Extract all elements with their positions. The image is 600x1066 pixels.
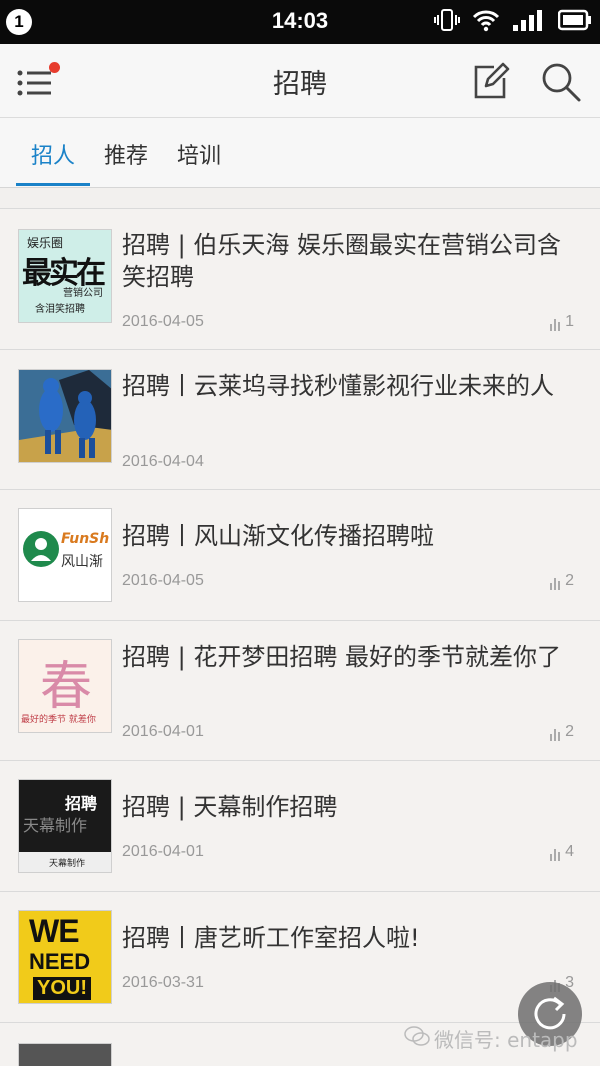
thumb-text: YOU!	[33, 977, 91, 1000]
tab-training[interactable]: 培训	[177, 138, 221, 170]
article-title: 招聘丨云莱坞寻找秒懂影视行业未来的人	[122, 372, 554, 400]
view-count: 2	[550, 572, 574, 590]
superhero-illustration	[19, 370, 111, 462]
view-count: 2	[550, 723, 574, 741]
signal-icon	[512, 8, 546, 36]
battery-icon	[557, 9, 592, 35]
article-thumbnail: 娱乐圈 最实在 营销公司 含泪笑招聘	[18, 229, 112, 323]
article-thumbnail: FunSh 风山渐	[18, 508, 112, 602]
thumb-text: WE	[29, 913, 80, 949]
thumb-text: FunSh	[61, 531, 110, 547]
wechat-icon	[404, 1025, 430, 1052]
article-list: 娱乐圈 最实在 营销公司 含泪笑招聘 招聘 | 伯乐天海 娱乐圈最实在营销公司含…	[0, 208, 600, 1066]
search-button[interactable]	[540, 61, 582, 103]
view-count-value: 2	[565, 723, 574, 740]
article-thumbnail	[18, 369, 112, 463]
wifi-icon	[472, 8, 500, 36]
article-thumbnail	[18, 1043, 112, 1066]
watermark-text: 微信号: entapp	[434, 1028, 578, 1052]
article-date: 2016-04-01	[122, 723, 204, 740]
list-item[interactable]: 招聘丨云莱坞寻找秒懂影视行业未来的人 2016-04-04	[0, 350, 600, 490]
article-title: 招聘丨唐艺昕工作室招人啦!	[122, 924, 420, 952]
article-thumbnail: WE NEED YOU!	[18, 910, 112, 1004]
article-date: 2016-04-04	[122, 453, 204, 470]
list-item[interactable]: 春 最好的季节 就差你 招聘 | 花开梦田招聘 最好的季节就差你了 2016-0…	[0, 621, 600, 761]
thumb-text: 风山渐	[61, 554, 103, 570]
view-count-value: 4	[565, 843, 574, 860]
page-title: 招聘	[273, 69, 327, 100]
stats-icon	[550, 849, 562, 861]
status-icons	[434, 9, 592, 35]
article-title: 招聘 | 天幕制作招聘	[122, 793, 338, 821]
article-title: 招聘丨风山渐文化传播招聘啦	[122, 522, 434, 550]
compose-button[interactable]	[470, 61, 510, 101]
article-date: 2016-04-05	[122, 313, 204, 330]
article-thumbnail: 招聘 天幕制作 天幕制作	[18, 779, 112, 873]
article-title: 招聘 | 花开梦田招聘 最好的季节就差你了	[122, 643, 561, 671]
article-thumbnail: 春 最好的季节 就差你	[18, 639, 112, 733]
thumb-text: 天幕制作	[23, 816, 88, 835]
top-bar: 招聘	[0, 44, 600, 118]
tab-recommend[interactable]: 推荐	[104, 138, 148, 170]
article-title: 招聘 | 伯乐天海 娱乐圈最实在营销公司含笑招聘	[122, 231, 561, 291]
stats-icon	[550, 729, 562, 741]
article-date: 2016-03-31	[122, 974, 204, 991]
list-item[interactable]: WE NEED YOU! 招聘丨唐艺昕工作室招人啦! 2016-03-31 3	[0, 892, 600, 1023]
view-count: 1	[550, 313, 574, 331]
search-icon	[540, 63, 582, 107]
stats-icon	[550, 319, 562, 331]
thumb-text: 春	[39, 657, 92, 717]
thumb-text: 含泪笑招聘	[35, 304, 85, 315]
thumb-text: 招聘	[65, 794, 98, 813]
vibrate-icon	[434, 7, 460, 37]
stats-icon	[550, 578, 562, 590]
thumb-text: 营销公司	[63, 288, 103, 299]
view-count-value: 1	[565, 313, 574, 330]
status-bar: 1 14:03	[0, 0, 600, 44]
list-item[interactable]: 招聘 天幕制作 天幕制作 招聘 | 天幕制作招聘 2016-04-01 4	[0, 761, 600, 892]
logo-icon	[23, 531, 59, 567]
active-tab-indicator	[16, 183, 90, 186]
tab-recruit[interactable]: 招人	[31, 138, 75, 170]
article-date: 2016-04-01	[122, 843, 204, 860]
thumb-text: 天幕制作	[49, 859, 86, 869]
edit-icon	[470, 62, 510, 105]
thumb-text: NEED	[29, 949, 91, 974]
list-item[interactable]: FunSh 风山渐 招聘丨风山渐文化传播招聘啦 2016-04-05 2	[0, 490, 600, 621]
list-item[interactable]: 娱乐圈 最实在 营销公司 含泪笑招聘 招聘 | 伯乐天海 娱乐圈最实在营销公司含…	[0, 209, 600, 350]
article-date: 2016-04-05	[122, 572, 204, 589]
thumb-text: 最好的季节 就差你	[21, 715, 96, 725]
view-count-value: 2	[565, 572, 574, 589]
tab-bar: 招人 推荐 培训	[0, 118, 600, 188]
watermark: 微信号: entapp	[404, 1024, 578, 1053]
view-count: 4	[550, 843, 574, 861]
